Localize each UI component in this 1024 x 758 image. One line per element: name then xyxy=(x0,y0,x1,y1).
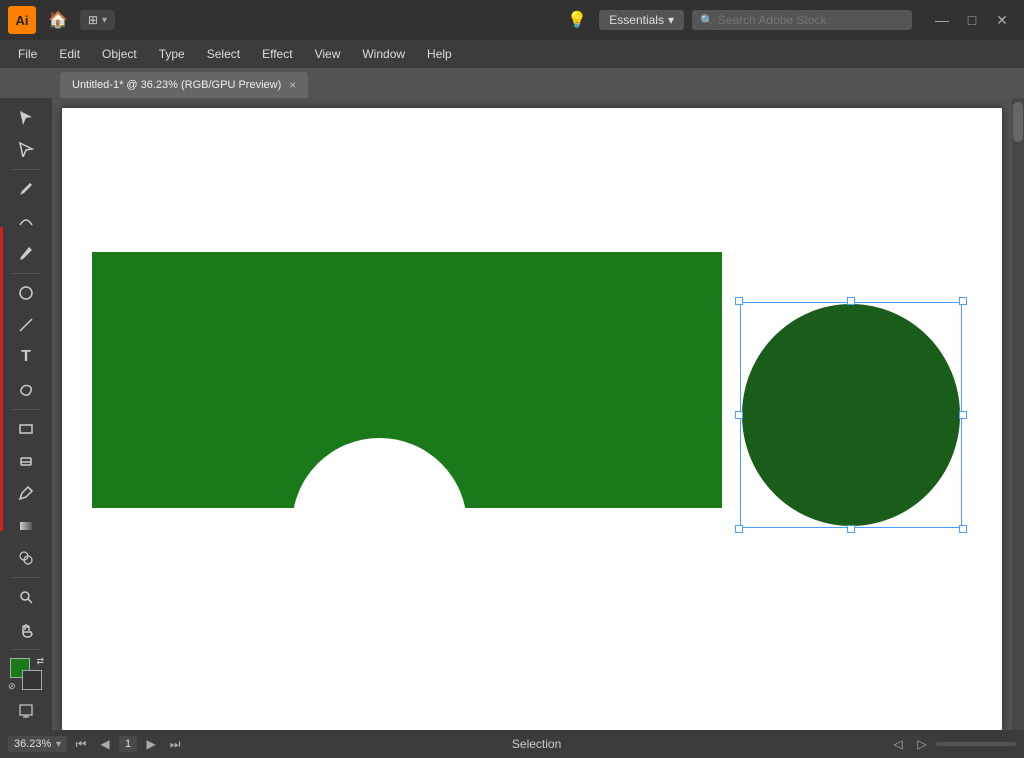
menu-window[interactable]: Window xyxy=(352,43,415,65)
handle-top-left[interactable] xyxy=(735,297,743,305)
stroke-color[interactable] xyxy=(22,670,42,690)
gpu-slider[interactable] xyxy=(936,742,1016,746)
close-button[interactable]: ✕ xyxy=(988,6,1016,34)
toolbar-separator-3 xyxy=(12,409,40,410)
menu-help[interactable]: Help xyxy=(417,43,462,65)
select-tool[interactable] xyxy=(10,102,42,132)
direct-select-tool[interactable] xyxy=(10,134,42,164)
search-stock-input[interactable] xyxy=(718,13,904,27)
workspace: T ⇄ xyxy=(0,98,1024,730)
ai-logo: Ai xyxy=(8,6,36,34)
zoom-value: 36.23% xyxy=(14,738,54,750)
handle-bottom-left[interactable] xyxy=(735,525,743,533)
home-icon[interactable]: 🏠 xyxy=(44,6,72,34)
canvas-wrapper[interactable] xyxy=(52,98,1012,730)
doc-tab-close[interactable]: × xyxy=(289,79,296,91)
fill-stroke-indicator[interactable]: ⇄ ⊘ xyxy=(10,658,42,690)
left-toolbar: T ⇄ xyxy=(0,98,52,730)
toolbar-separator-5 xyxy=(12,649,40,650)
ellipse-tool[interactable] xyxy=(10,277,42,307)
menu-view[interactable]: View xyxy=(305,43,351,65)
pen-tool[interactable] xyxy=(10,174,42,204)
status-right: ◁ ▷ xyxy=(888,734,1016,754)
none-color-icon[interactable]: ⊘ xyxy=(8,681,16,692)
menu-object[interactable]: Object xyxy=(92,43,147,65)
menu-bar: File Edit Object Type Select Effect View… xyxy=(0,40,1024,68)
maximize-button[interactable]: □ xyxy=(958,6,986,34)
toolbar-separator-1 xyxy=(12,169,40,170)
lasso-tool[interactable] xyxy=(10,374,42,404)
line-tool[interactable] xyxy=(10,310,42,340)
selection-bounding-box xyxy=(740,302,962,528)
right-scroll-thumb[interactable] xyxy=(1013,102,1023,142)
toolbar-separator-2 xyxy=(12,273,40,274)
page-number[interactable]: 1 xyxy=(119,736,137,752)
handle-mid-right[interactable] xyxy=(959,411,967,419)
handle-mid-left[interactable] xyxy=(735,411,743,419)
status-bar: 36.23% ▾ ⏮ ◀ 1 ▶ ⏭ Selection ◁ ▷ xyxy=(0,730,1024,758)
essentials-label: Essentials xyxy=(609,13,664,27)
eyedropper-tool[interactable] xyxy=(10,478,42,508)
workspace-chevron: ▾ xyxy=(102,15,107,26)
red-edge-indicator xyxy=(0,227,3,530)
green-rectangle[interactable] xyxy=(92,252,722,508)
document-tab[interactable]: Untitled-1* @ 36.23% (RGB/GPU Preview) × xyxy=(60,72,308,98)
workspace-switcher[interactable]: ⊞ ▾ xyxy=(80,10,115,30)
green-circle-container[interactable] xyxy=(742,304,960,526)
doc-tab-title: Untitled-1* @ 36.23% (RGB/GPU Preview) xyxy=(72,79,281,91)
nav-next-button[interactable]: ▶ xyxy=(141,734,161,754)
right-scrollbar[interactable] xyxy=(1012,98,1024,730)
essentials-dropdown[interactable]: Essentials ▾ xyxy=(599,10,684,30)
type-tool[interactable]: T xyxy=(10,342,42,372)
menu-effect[interactable]: Effect xyxy=(252,43,302,65)
window-controls: — □ ✕ xyxy=(928,6,1016,34)
eraser-tool[interactable] xyxy=(10,446,42,476)
curvature-tool[interactable] xyxy=(10,206,42,236)
menu-file[interactable]: File xyxy=(8,43,47,65)
zoom-display: 36.23% ▾ xyxy=(8,736,67,752)
title-bar: Ai 🏠 ⊞ ▾ 💡 Essentials ▾ 🔍 — □ ✕ xyxy=(0,0,1024,40)
change-screen-mode[interactable] xyxy=(10,696,42,726)
shape-builder-tool[interactable] xyxy=(10,543,42,573)
lightbulb-icon[interactable]: 💡 xyxy=(563,6,591,34)
status-tool-label: Selection xyxy=(189,737,884,751)
handle-top-mid[interactable] xyxy=(847,297,855,305)
nav-first-button[interactable]: ⏮ xyxy=(71,734,91,754)
handle-bottom-mid[interactable] xyxy=(847,525,855,533)
menu-type[interactable]: Type xyxy=(149,43,195,65)
rectangle-tool[interactable] xyxy=(10,414,42,444)
swap-colors-icon[interactable]: ⇄ xyxy=(36,656,44,667)
pencil-tool[interactable] xyxy=(10,238,42,268)
menu-edit[interactable]: Edit xyxy=(49,43,90,65)
page-nav-next[interactable]: ▷ xyxy=(912,734,932,754)
menu-select[interactable]: Select xyxy=(197,43,250,65)
search-icon: 🔍 xyxy=(700,14,714,27)
zoom-dropdown[interactable]: ▾ xyxy=(56,739,61,750)
color-boxes: ⇄ ⊘ xyxy=(10,658,42,690)
hand-tool[interactable] xyxy=(10,615,42,645)
grid-icon: ⊞ xyxy=(88,13,98,27)
white-circle[interactable] xyxy=(292,438,467,613)
gradient-tool[interactable] xyxy=(10,511,42,541)
minimize-button[interactable]: — xyxy=(928,6,956,34)
nav-prev-button[interactable]: ◀ xyxy=(95,734,115,754)
handle-top-right[interactable] xyxy=(959,297,967,305)
zoom-tool[interactable] xyxy=(10,582,42,612)
page-nav-prev[interactable]: ◁ xyxy=(888,734,908,754)
canvas-background xyxy=(62,108,1002,730)
essentials-chevron: ▾ xyxy=(668,13,674,27)
tab-bar: Untitled-1* @ 36.23% (RGB/GPU Preview) × xyxy=(0,68,1024,98)
handle-bottom-right[interactable] xyxy=(959,525,967,533)
toolbar-separator-4 xyxy=(12,577,40,578)
search-adobe-stock[interactable]: 🔍 xyxy=(692,10,912,30)
nav-last-button[interactable]: ⏭ xyxy=(165,734,185,754)
